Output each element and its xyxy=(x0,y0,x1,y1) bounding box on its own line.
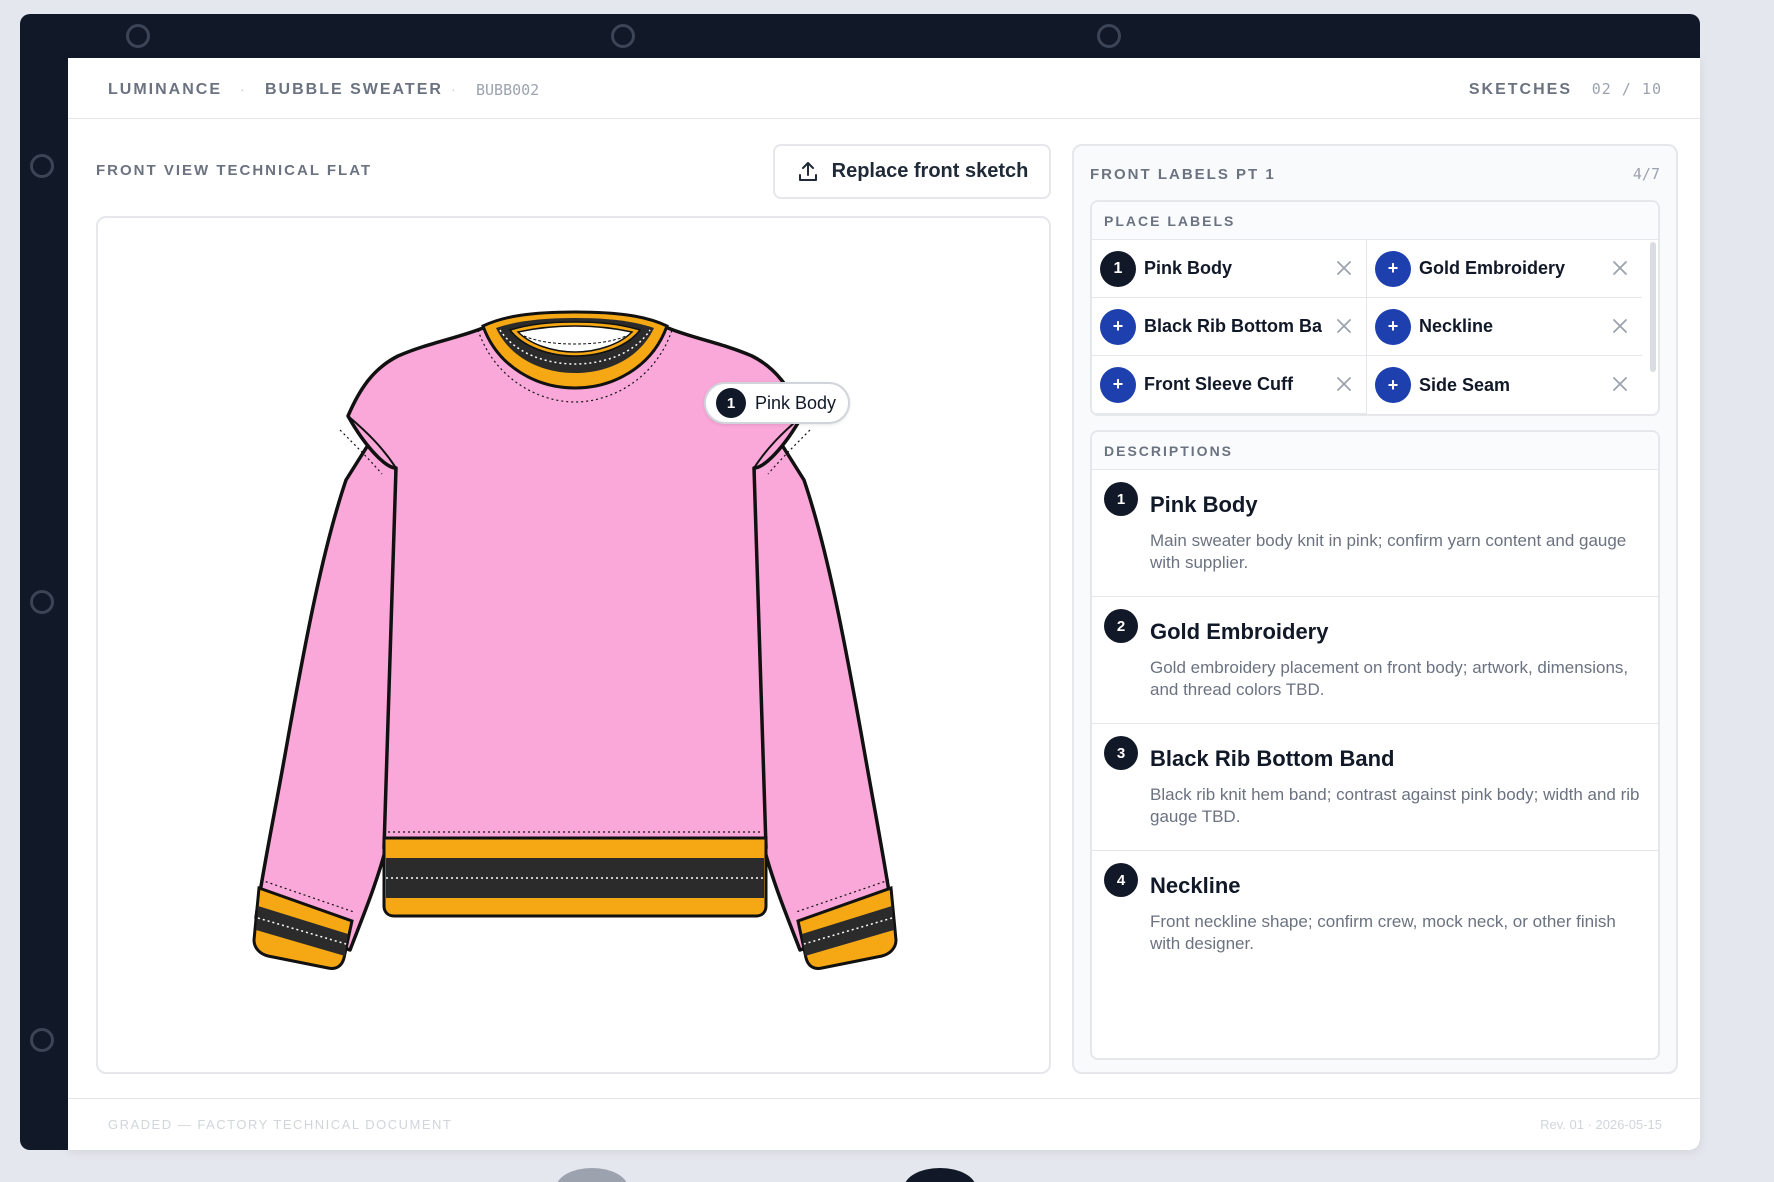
label-chip-name: Pink Body xyxy=(1144,258,1233,278)
add-label-marker[interactable]: + xyxy=(1375,250,1411,287)
label-chip-neckline[interactable]: + Neckline xyxy=(1367,298,1642,356)
left-sleeve xyxy=(254,416,398,952)
tech-sheet: LUMINANCE · BUBBLE SWEATER · BUBB002 SKE… xyxy=(68,58,1700,1150)
label-chip-side-seam[interactable]: + Side Seam xyxy=(1367,356,1642,414)
sheet-header: LUMINANCE · BUBBLE SWEATER · BUBB002 SKE… xyxy=(68,58,1700,119)
placed-label-pin[interactable]: 1 Pink Body xyxy=(704,382,851,424)
description-number: 1 xyxy=(1104,482,1138,516)
binder-ring xyxy=(30,1028,54,1052)
bottom-decoration xyxy=(904,1168,976,1182)
footer-revision: Rev. 01 · 2026-05-15 xyxy=(1540,1117,1662,1132)
place-labels-box: PLACE LABELS 1 Pink Body + Gold Embroide… xyxy=(1090,200,1660,416)
remove-icon[interactable] xyxy=(1334,316,1354,336)
remove-icon[interactable] xyxy=(1334,374,1354,394)
description-text: Gold embroidery placement on front body;… xyxy=(1150,658,1629,699)
remove-icon[interactable] xyxy=(1334,258,1354,278)
label-chip-name: Side Seam xyxy=(1419,374,1511,395)
remove-icon[interactable] xyxy=(1610,316,1630,336)
right-sleeve xyxy=(752,416,895,952)
add-label-marker[interactable]: + xyxy=(1375,308,1411,345)
replace-front-sketch-label: Replace front sketch xyxy=(831,160,1029,182)
label-chip-front-sleeve-cuff[interactable]: + Front Sleeve Cuff xyxy=(1092,356,1367,414)
description-number: 4 xyxy=(1104,863,1138,897)
binder-ring xyxy=(611,24,635,48)
place-labels-heading: PLACE LABELS xyxy=(1092,202,1658,240)
footer-document-type: GRADED — FACTORY TECHNICAL DOCUMENT xyxy=(108,1117,453,1132)
label-chip-name: Front Sleeve Cuff xyxy=(1144,374,1294,394)
label-chip-grid: 1 Pink Body + Gold Embroidery + Black Ri… xyxy=(1092,240,1658,414)
style-code: BUBB002 xyxy=(476,81,540,99)
sketches-label: SKETCHES xyxy=(1468,81,1572,98)
description-title: Black Rib Bottom Band xyxy=(1150,746,1395,771)
sketches-counter: 02 / 10 xyxy=(1591,80,1662,98)
placed-marker: 1 xyxy=(1100,250,1136,287)
panel-label-count: 4/7 xyxy=(1632,165,1660,183)
description-item[interactable]: 3 Black Rib Bottom Band Black rib knit h… xyxy=(1092,724,1658,851)
description-item[interactable]: 4 Neckline Front neckline shape; confirm… xyxy=(1092,851,1658,978)
remove-icon[interactable] xyxy=(1610,374,1630,394)
description-text: Front neckline shape; confirm crew, mock… xyxy=(1150,912,1616,953)
breadcrumb-separator: · xyxy=(451,81,456,97)
bottom-decoration xyxy=(556,1168,628,1182)
add-label-marker[interactable]: + xyxy=(1375,367,1411,403)
labels-scrollbar[interactable] xyxy=(1650,242,1656,372)
description-text: Main sweater body knit in pink; confirm … xyxy=(1150,531,1627,572)
pin-number: 1 xyxy=(716,388,746,418)
remove-icon[interactable] xyxy=(1610,258,1630,278)
binder-ring xyxy=(30,590,54,614)
label-chip-name: Black Rib Bottom Band xyxy=(1144,316,1322,336)
brand-name: LUMINANCE xyxy=(108,81,222,98)
view-title: FRONT VIEW TECHNICAL FLAT xyxy=(96,162,373,179)
descriptions-box: DESCRIPTIONS 1 Pink Body Main sweater bo… xyxy=(1090,430,1660,1060)
breadcrumb-separator: · xyxy=(240,81,245,97)
sheet-footer: GRADED — FACTORY TECHNICAL DOCUMENT Rev.… xyxy=(68,1098,1700,1150)
binder-ring xyxy=(126,24,150,48)
description-title: Pink Body xyxy=(1150,492,1258,517)
label-chip-name: Gold Embroidery xyxy=(1419,258,1566,278)
add-label-marker[interactable]: + xyxy=(1100,308,1136,345)
descriptions-heading: DESCRIPTIONS xyxy=(1092,432,1658,470)
label-chip-black-rib-bottom-band[interactable]: + Black Rib Bottom Band xyxy=(1092,298,1367,356)
panel-title: FRONT LABELS PT 1 xyxy=(1090,166,1276,183)
label-chip-gold-embroidery[interactable]: + Gold Embroidery xyxy=(1367,240,1642,298)
description-item[interactable]: 1 Pink Body Main sweater body knit in pi… xyxy=(1092,470,1658,597)
description-title: Gold Embroidery xyxy=(1150,619,1329,644)
description-item[interactable]: 2 Gold Embroidery Gold embroidery placem… xyxy=(1092,597,1658,724)
label-chip-pink-body[interactable]: 1 Pink Body xyxy=(1092,240,1367,298)
add-label-marker[interactable]: + xyxy=(1100,366,1136,403)
description-number: 3 xyxy=(1104,736,1138,770)
description-number: 2 xyxy=(1104,609,1138,643)
description-text: Black rib knit hem band; contrast agains… xyxy=(1150,785,1640,826)
binder-ring xyxy=(1097,24,1121,48)
replace-front-sketch-button[interactable]: Replace front sketch xyxy=(773,144,1051,199)
labels-panel: FRONT LABELS PT 1 4/7 PLACE LABELS 1 Pin… xyxy=(1072,144,1678,1074)
upload-icon xyxy=(798,161,817,181)
label-chip-name: Neckline xyxy=(1419,316,1494,336)
pin-label: Pink Body xyxy=(755,392,837,413)
sweater-front-flat xyxy=(252,310,898,970)
description-title: Neckline xyxy=(1150,873,1241,898)
binder-ring xyxy=(30,154,54,178)
sketch-canvas[interactable]: 1 Pink Body xyxy=(96,216,1051,1074)
product-name: BUBBLE SWEATER xyxy=(265,81,443,98)
